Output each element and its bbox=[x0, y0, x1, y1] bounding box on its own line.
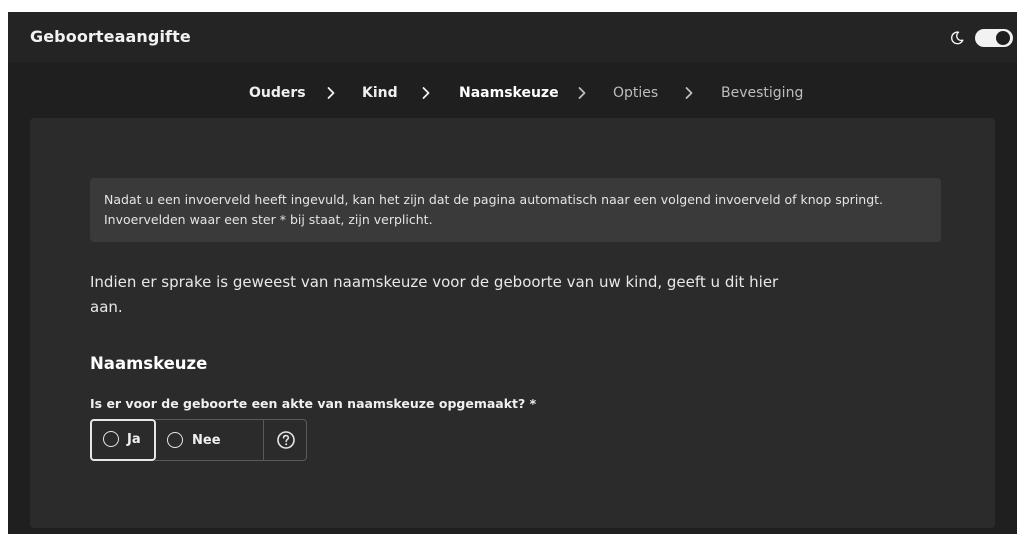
question-label: Is er voor de geboorte een akte van naam… bbox=[90, 396, 537, 411]
step-bevestiging: Bevestiging bbox=[721, 85, 804, 101]
moon-icon bbox=[950, 31, 964, 45]
radio-option-nee[interactable]: Nee bbox=[155, 419, 263, 461]
radio-label-ja: Ja bbox=[127, 432, 141, 447]
intro-text: Indien er sprake is geweest van naamskeu… bbox=[90, 273, 779, 316]
radio-circle[interactable] bbox=[103, 431, 119, 447]
info-notice: Nadat u een invoerveld heeft ingevuld, k… bbox=[90, 178, 941, 242]
notice-line-2: Invoervelden waar een ster * bij staat, … bbox=[104, 212, 433, 227]
question-circle-icon bbox=[277, 431, 295, 449]
form-card: Nadat u een invoerveld heeft ingevuld, k… bbox=[30, 118, 995, 528]
step-kind[interactable]: Kind bbox=[362, 84, 398, 102]
step-naamskeuze[interactable]: Naamskeuze bbox=[459, 84, 559, 102]
dark-mode-toggle[interactable] bbox=[975, 29, 1013, 47]
chevron-right-icon bbox=[685, 87, 693, 99]
help-button[interactable] bbox=[263, 419, 307, 461]
chevron-right-icon bbox=[327, 87, 335, 99]
section-title: Naamskeuze bbox=[90, 354, 208, 373]
notice-line-1: Nadat u een invoerveld heeft ingevuld, k… bbox=[104, 192, 884, 207]
radio-circle[interactable] bbox=[167, 432, 183, 448]
app-title: Geboorteaangifte bbox=[30, 27, 191, 46]
app-window: Geboorteaangifte Ouders Kind Naamskeuze … bbox=[8, 12, 1017, 534]
radio-option-ja[interactable]: Ja bbox=[90, 419, 156, 461]
top-bar: Geboorteaangifte bbox=[8, 12, 1017, 62]
chevron-right-icon bbox=[422, 87, 430, 99]
toggle-knob bbox=[996, 31, 1010, 45]
radio-label-nee: Nee bbox=[192, 433, 221, 448]
chevron-right-icon bbox=[578, 87, 586, 99]
step-opties: Opties bbox=[613, 85, 659, 101]
step-ouders[interactable]: Ouders bbox=[249, 84, 306, 102]
progress-steps: Ouders Kind Naamskeuze Opties Bevestigin… bbox=[8, 74, 1017, 110]
